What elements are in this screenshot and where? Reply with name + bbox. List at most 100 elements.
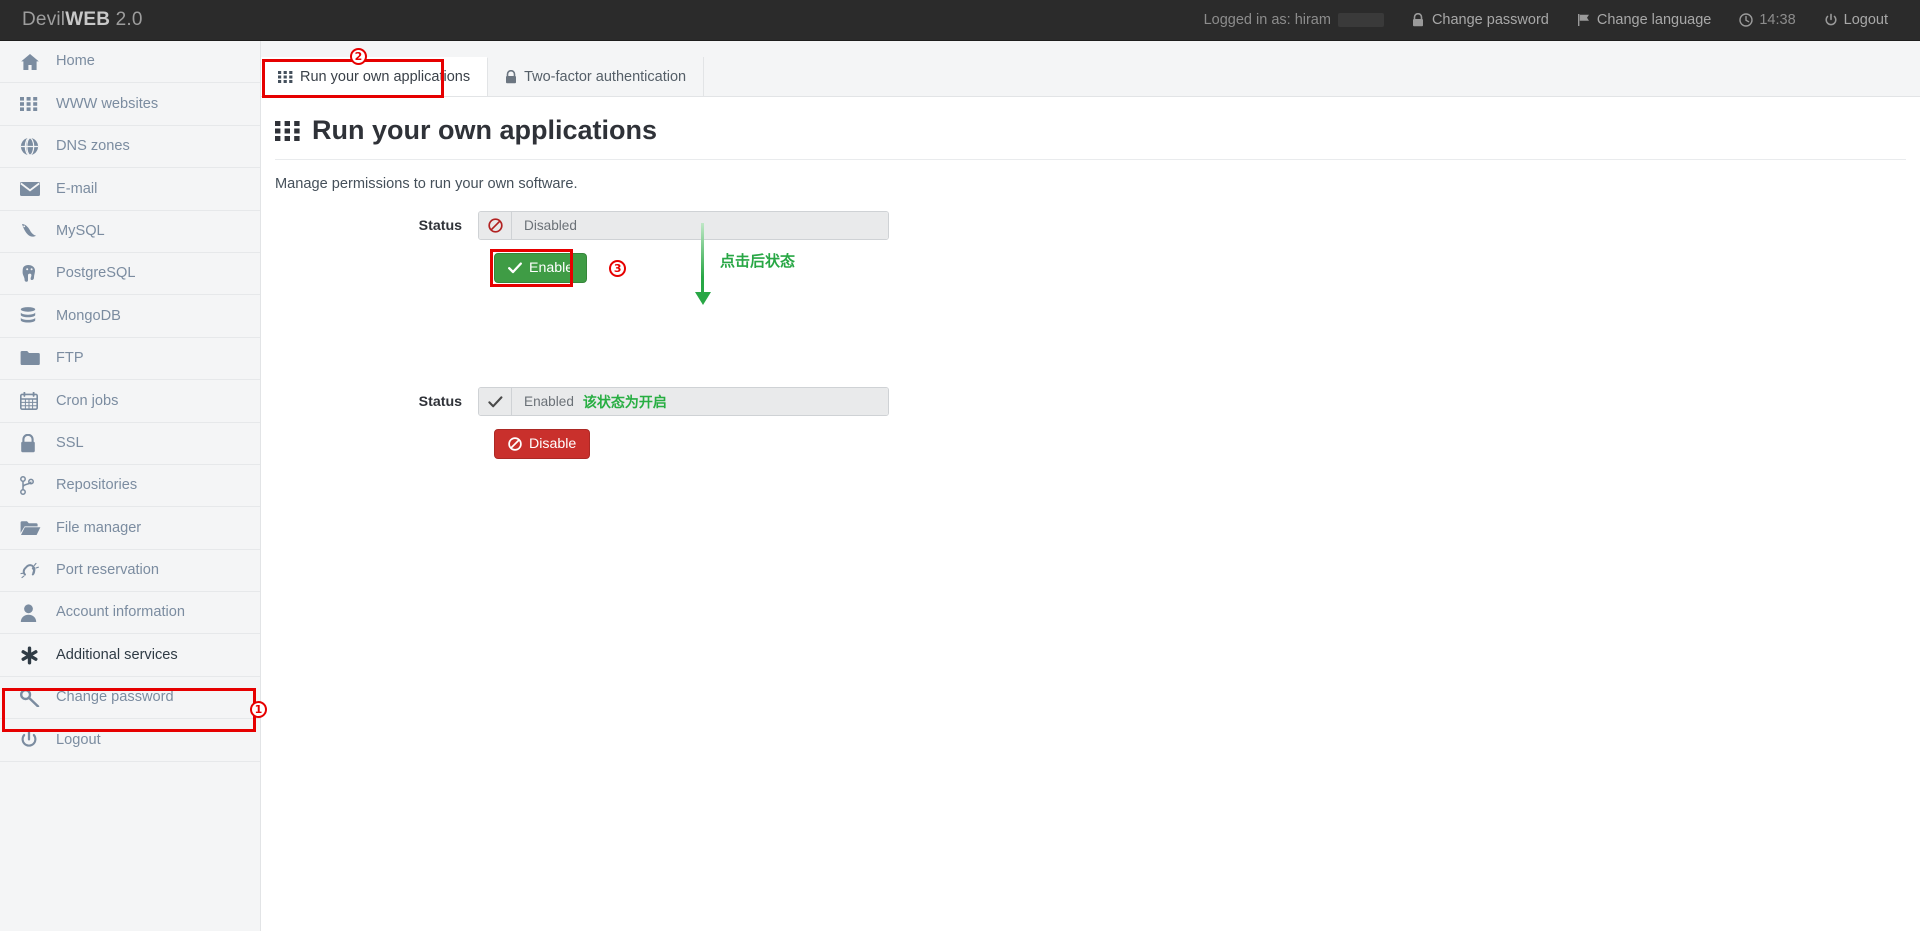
main-content: Run your own applications Two-factor aut…: [261, 41, 1920, 931]
elephant-icon: [20, 264, 46, 284]
sidebar-item-label: Additional services: [56, 648, 178, 663]
logged-in-as: Logged in as: hiram: [1190, 0, 1398, 41]
enable-button-wrapper: Enable: [494, 253, 587, 283]
sidebar-item-mongodb[interactable]: MongoDB: [0, 295, 260, 337]
top-header-bar: DevilWEB 2.0 Logged in as: hiram Change …: [0, 0, 1920, 41]
tab-run-your-own-applications[interactable]: Run your own applications: [261, 57, 488, 96]
logout-link[interactable]: Logout: [1810, 0, 1902, 41]
power-icon: [20, 730, 46, 750]
brand-version: 2.0: [110, 9, 143, 30]
sidebar-item-label: MySQL: [56, 224, 105, 239]
lock-icon: [505, 70, 517, 84]
sidebar-item-repositories[interactable]: Repositories: [0, 465, 260, 507]
enable-button[interactable]: Enable: [494, 253, 587, 283]
check-icon: [479, 388, 512, 415]
change-password-link[interactable]: Change password: [1398, 0, 1563, 41]
sidebar-nav: Home WWW websites DNS zones E-mail MySQL…: [0, 41, 261, 931]
grid-icon: [278, 71, 293, 83]
sidebar-item-ftp[interactable]: FTP: [0, 338, 260, 380]
sidebar-item-logout[interactable]: Logout: [0, 719, 260, 761]
logged-in-label: Logged in as: hiram: [1204, 12, 1331, 28]
step-badge-3: 3: [609, 260, 626, 277]
status-label: Status: [275, 218, 478, 234]
sidebar-item-label: WWW websites: [56, 97, 158, 112]
sidebar-item-label: Home: [56, 54, 95, 69]
transition-annotation: 点击后状态: [695, 223, 925, 313]
step-badge-2: 2: [350, 48, 367, 65]
sidebar-item-additional-services[interactable]: Additional services: [0, 634, 260, 676]
sidebar-item-label: Logout: [56, 733, 101, 748]
annotation-arrow-line: [701, 223, 704, 295]
sidebar-item-change-password[interactable]: Change password: [0, 677, 260, 719]
sidebar-item-email[interactable]: E-mail: [0, 168, 260, 210]
sidebar-item-label: PostgreSQL: [56, 266, 136, 281]
disable-button-row: Disable: [275, 429, 1920, 459]
status-value: Disabled: [524, 218, 577, 233]
sidebar-item-www-websites[interactable]: WWW websites: [0, 83, 260, 125]
tab-bar: Run your own applications Two-factor aut…: [261, 41, 1920, 97]
sidebar-item-label: DNS zones: [56, 139, 130, 154]
tab-label: Run your own applications: [300, 69, 470, 85]
sidebar-item-home[interactable]: Home: [0, 41, 260, 83]
tab-two-factor-authentication[interactable]: Two-factor authentication: [488, 57, 704, 96]
dolphin-icon: [20, 221, 46, 241]
header-actions: Logged in as: hiram Change password Chan…: [1190, 0, 1920, 41]
sidebar-item-label: Change password: [56, 690, 174, 705]
sidebar-item-label: Repositories: [56, 478, 137, 493]
status-input-group: Enabled 该状态为开启: [478, 387, 889, 416]
sidebar-item-label: E-mail: [56, 182, 97, 197]
disable-button-label: Disable: [529, 436, 576, 452]
server-time-label: 14:38: [1759, 12, 1795, 28]
asterisk-icon: [20, 645, 46, 665]
sidebar-item-file-manager[interactable]: File manager: [0, 507, 260, 549]
database-icon: [20, 306, 46, 326]
page-title: Run your own applications: [275, 115, 1906, 160]
page-title-text: Run your own applications: [312, 115, 657, 146]
sidebar-item-label: SSL: [56, 436, 84, 451]
lock-icon: [1412, 13, 1426, 27]
brand-prefix: Devil: [22, 9, 65, 30]
change-language-link[interactable]: Change language: [1563, 0, 1726, 41]
annotation-arrow-head: [695, 292, 711, 305]
status-row-disabled: Status Disabled: [275, 211, 1920, 240]
step-badge-1: 1: [250, 701, 267, 718]
clock-icon: [1739, 13, 1753, 27]
status-label: Status: [275, 394, 478, 410]
user-icon: [20, 603, 46, 623]
sidebar-item-mysql[interactable]: MySQL: [0, 211, 260, 253]
app-brand: DevilWEB 2.0: [22, 9, 143, 31]
change-password-label: Change password: [1432, 12, 1549, 28]
ban-icon: [479, 212, 512, 239]
plug-icon: [20, 560, 46, 580]
page-body: Run your own applications Manage permiss…: [261, 97, 1920, 459]
sidebar-item-postgresql[interactable]: PostgreSQL: [0, 253, 260, 295]
sidebar-item-ssl[interactable]: SSL: [0, 423, 260, 465]
brand-bold: WEB: [65, 9, 110, 30]
sidebar-item-label: Account information: [56, 605, 185, 620]
folder-open-icon: [20, 518, 46, 538]
sidebar-item-dns-zones[interactable]: DNS zones: [0, 126, 260, 168]
key-icon: [20, 688, 46, 708]
sidebar-item-label: FTP: [56, 351, 84, 366]
status-value: Enabled: [524, 394, 574, 409]
sidebar-item-account-information[interactable]: Account information: [0, 592, 260, 634]
home-icon: [20, 52, 46, 72]
change-language-label: Change language: [1597, 12, 1712, 28]
sidebar-item-cron-jobs[interactable]: Cron jobs: [0, 380, 260, 422]
disable-button[interactable]: Disable: [494, 429, 590, 459]
sidebar-item-label: Port reservation: [56, 563, 159, 578]
envelope-icon: [20, 179, 46, 199]
code-branch-icon: [20, 476, 46, 496]
calendar-icon: [20, 391, 46, 411]
tab-label: Two-factor authentication: [524, 69, 686, 85]
status-annotation-note: 该状态为开启: [583, 392, 667, 412]
enable-button-row: Enable 3: [275, 253, 1920, 283]
check-icon: [508, 262, 522, 274]
page-description: Manage permissions to run your own softw…: [275, 176, 1920, 192]
sidebar-item-port-reservation[interactable]: Port reservation: [0, 550, 260, 592]
logout-label: Logout: [1844, 12, 1888, 28]
annotation-text: 点击后状态: [720, 250, 795, 271]
sidebar-item-label: MongoDB: [56, 309, 121, 324]
server-time: 14:38: [1725, 0, 1809, 41]
lock-icon: [20, 433, 46, 453]
